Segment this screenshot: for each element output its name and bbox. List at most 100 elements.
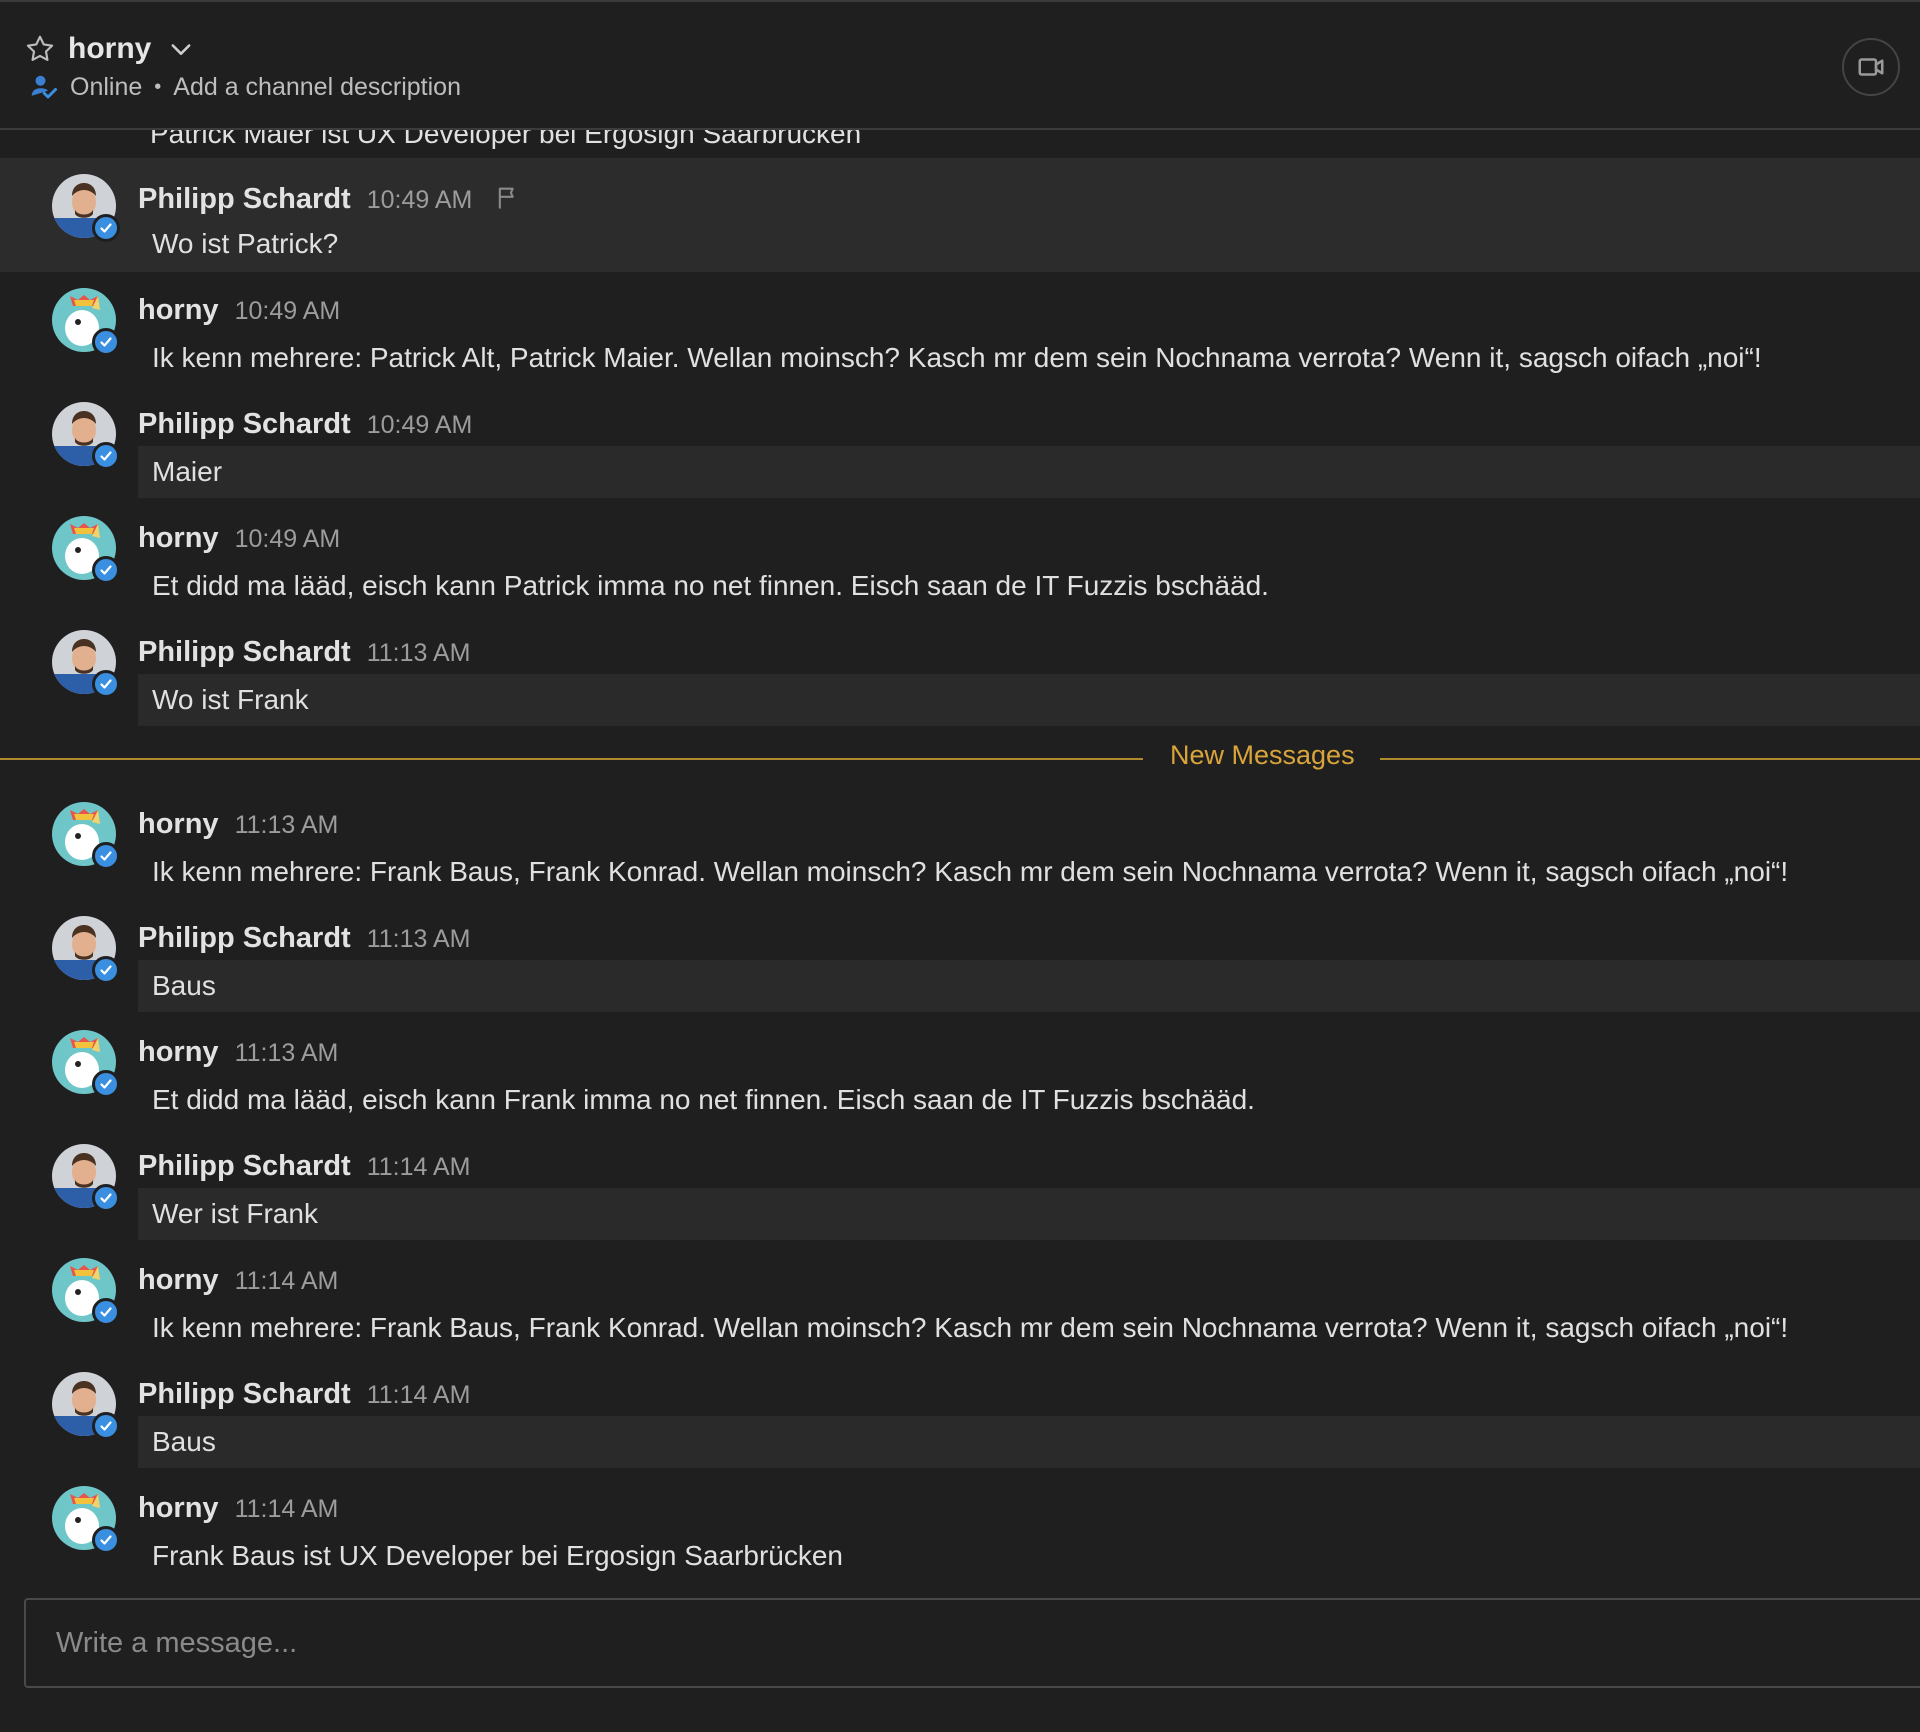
avatar[interactable] <box>52 288 120 356</box>
message-time: 11:14 AM <box>366 1381 471 1409</box>
message-item[interactable]: Philipp Schardt 11:14 AM Wer ist Frank <box>0 1128 1920 1242</box>
avatar[interactable] <box>52 630 120 698</box>
message-item[interactable]: Philipp Schardt 10:49 AM Wo ist Patrick? <box>0 158 1920 272</box>
channel-subtitle: Online • Add a channel description <box>28 72 461 102</box>
message-author[interactable]: Philipp Schardt <box>138 922 351 955</box>
message-text: Baus <box>138 960 1920 1012</box>
online-status-text: Online <box>70 72 143 101</box>
message-text: Ik kenn mehrere: Patrick Alt, Patrick Ma… <box>152 342 1762 373</box>
message-time: 10:49 AM <box>366 186 473 214</box>
message-time: 11:14 AM <box>366 1153 471 1181</box>
message-item[interactable]: horny 11:13 AM Et didd ma lääd, eisch ka… <box>0 1014 1920 1128</box>
message-text: Wo ist Frank <box>138 674 1920 726</box>
message-meta: Philipp Schardt 11:14 AM <box>138 1378 470 1411</box>
message-text: Frank Baus ist UX Developer bei Ergosign… <box>152 1540 844 1571</box>
verified-badge-icon <box>92 214 120 242</box>
message-meta: horny 10:49 AM <box>138 294 340 327</box>
channel-title-row: horny <box>24 32 195 66</box>
message-meta: Philipp Schardt 11:13 AM <box>138 922 470 955</box>
message-author[interactable]: horny <box>138 808 219 841</box>
message-time: 10:49 AM <box>366 411 473 439</box>
message-input[interactable] <box>26 1600 1920 1686</box>
message-meta: Philipp Schardt 10:49 AM <box>138 408 472 441</box>
star-icon[interactable] <box>24 33 56 65</box>
verified-badge-icon <box>92 442 120 470</box>
message-item[interactable]: Philipp Schardt 11:13 AM Wo ist Frank <box>0 614 1920 728</box>
avatar[interactable] <box>52 1030 120 1098</box>
video-call-icon <box>1858 58 1884 76</box>
new-messages-label: New Messages <box>1170 740 1355 770</box>
message-time: 11:13 AM <box>366 925 471 953</box>
avatar[interactable] <box>52 402 120 470</box>
divider-line <box>1380 758 1920 760</box>
verified-badge-icon <box>92 1526 120 1554</box>
message-meta: horny 11:13 AM <box>138 1036 338 1069</box>
message-meta: Philipp Schardt 11:14 AM <box>138 1150 470 1183</box>
message-item[interactable]: horny 10:49 AM Et didd ma lääd, eisch ka… <box>0 500 1920 614</box>
message-author[interactable]: horny <box>138 1264 219 1297</box>
message-list[interactable]: Patrick Maier ist UX Developer bei Ergos… <box>0 130 1920 1596</box>
message-time: 11:13 AM <box>234 811 339 839</box>
message-author[interactable]: Philipp Schardt <box>138 1150 351 1183</box>
message-time: 11:13 AM <box>366 639 471 667</box>
message-item[interactable]: horny 11:14 AM Frank Baus ist UX Develop… <box>0 1470 1920 1584</box>
message-author[interactable]: horny <box>138 1492 219 1525</box>
message-author[interactable]: Philipp Schardt <box>138 636 351 669</box>
message-time: 10:49 AM <box>234 297 341 325</box>
verified-badge-icon <box>92 842 120 870</box>
message-item[interactable]: horny 10:49 AM Ik kenn mehrere: Patrick … <box>0 272 1920 386</box>
add-description-link[interactable]: Add a channel description <box>173 73 461 102</box>
message-meta: Philipp Schardt 10:49 AM <box>138 180 522 216</box>
message-author[interactable]: horny <box>138 294 219 327</box>
chevron-down-icon[interactable] <box>167 35 195 63</box>
message-composer[interactable] <box>24 1598 1920 1688</box>
message-time: 11:14 AM <box>234 1267 339 1295</box>
avatar[interactable] <box>52 1486 120 1554</box>
avatar[interactable] <box>52 1258 120 1326</box>
message-author[interactable]: Philipp Schardt <box>138 1378 351 1411</box>
message-item[interactable]: horny 11:13 AM Ik kenn mehrere: Frank Ba… <box>0 786 1920 900</box>
verified-badge-icon <box>92 1298 120 1326</box>
message-text: Wer ist Frank <box>138 1188 1920 1240</box>
message-text: Et didd ma lääd, eisch kann Frank imma n… <box>152 1084 1255 1115</box>
online-status-icon <box>31 75 57 99</box>
divider-line <box>0 758 1143 760</box>
channel-header: horny Online • Add a channel description <box>0 2 1920 130</box>
message-meta: horny 11:13 AM <box>138 808 338 841</box>
avatar[interactable] <box>52 1372 120 1440</box>
message-author[interactable]: horny <box>138 522 219 555</box>
new-messages-divider: New Messages <box>0 738 1920 778</box>
message-meta: horny 11:14 AM <box>138 1264 338 1297</box>
channel-name[interactable]: horny <box>68 32 151 66</box>
message-meta: horny 11:14 AM <box>138 1492 338 1525</box>
verified-badge-icon <box>92 1070 120 1098</box>
message-item[interactable]: Philipp Schardt 10:49 AM Maier <box>0 386 1920 500</box>
message-text: Baus <box>138 1416 1920 1468</box>
message-text: Ik kenn mehrere: Frank Baus, Frank Konra… <box>152 1312 1789 1343</box>
chat-window: horny Online • Add a channel description… <box>0 0 1920 1732</box>
message-time: 11:13 AM <box>234 1039 339 1067</box>
avatar[interactable] <box>52 916 120 984</box>
avatar[interactable] <box>52 802 120 870</box>
message-author[interactable]: Philipp Schardt <box>138 183 351 216</box>
message-text: Maier <box>138 446 1920 498</box>
verified-badge-icon <box>92 670 120 698</box>
verified-badge-icon <box>92 1412 120 1440</box>
message-author[interactable]: horny <box>138 1036 219 1069</box>
video-call-button[interactable] <box>1842 38 1900 96</box>
avatar[interactable] <box>52 174 120 242</box>
flag-icon[interactable] <box>494 184 522 212</box>
message-text: Wo ist Patrick? <box>152 228 339 259</box>
avatar[interactable] <box>52 1144 120 1212</box>
message-text: Ik kenn mehrere: Frank Baus, Frank Konra… <box>152 856 1789 887</box>
message-item[interactable]: Philipp Schardt 11:14 AM Baus <box>0 1356 1920 1470</box>
avatar[interactable] <box>52 516 120 584</box>
message-item[interactable]: horny 11:14 AM Ik kenn mehrere: Frank Ba… <box>0 1242 1920 1356</box>
message-author[interactable]: Philipp Schardt <box>138 408 351 441</box>
message-time: 11:14 AM <box>234 1495 339 1523</box>
message-item[interactable]: Philipp Schardt 11:13 AM Baus <box>0 900 1920 1014</box>
verified-badge-icon <box>92 1184 120 1212</box>
message-meta: Philipp Schardt 11:13 AM <box>138 636 470 669</box>
message-text: Et didd ma lääd, eisch kann Patrick imma… <box>152 570 1269 601</box>
verified-badge-icon <box>92 556 120 584</box>
